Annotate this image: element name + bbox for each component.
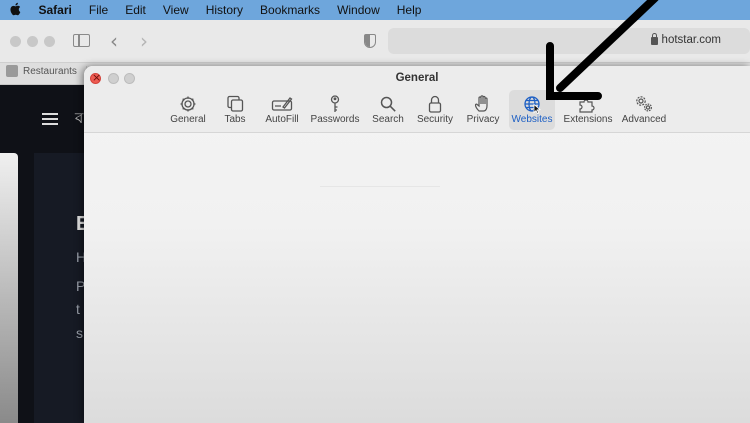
- menu-help[interactable]: Help: [388, 3, 430, 17]
- tab-extensions[interactable]: Extensions: [560, 90, 616, 130]
- tab-privacy[interactable]: Privacy: [464, 90, 502, 130]
- settings-window: General General Tabs AutoFill: [84, 66, 750, 423]
- menu-file[interactable]: File: [80, 3, 116, 17]
- key-icon: [324, 94, 346, 114]
- menu-safari[interactable]: Safari: [30, 3, 80, 17]
- tab-websites-label: Websites: [511, 114, 553, 125]
- tabs-icon: [224, 94, 246, 114]
- tab-advanced-label: Advanced: [621, 114, 667, 125]
- safari-toolbar: ‹ › hotstar.com: [0, 20, 750, 63]
- lock-icon: [650, 33, 658, 45]
- menu-bookmarks[interactable]: Bookmarks: [252, 3, 329, 17]
- apple-logo-icon[interactable]: [0, 2, 30, 19]
- tab-extensions-label: Extensions: [563, 114, 613, 125]
- sidebar-toggle-icon[interactable]: [73, 34, 90, 47]
- safari-zoom-button[interactable]: [44, 36, 55, 47]
- lock-icon: [424, 94, 446, 114]
- tab-passwords[interactable]: Passwords: [310, 90, 360, 130]
- page-logo-icon: ব: [75, 110, 84, 127]
- autofill-icon: [271, 94, 293, 114]
- tab-advanced[interactable]: Advanced: [620, 90, 668, 130]
- address-bar[interactable]: hotstar.com: [388, 28, 750, 54]
- menu-edit[interactable]: Edit: [117, 3, 155, 17]
- menu-view[interactable]: View: [154, 3, 197, 17]
- tab-restaurants[interactable]: Restaurants: [6, 65, 77, 77]
- tab-autofill-label: AutoFill: [265, 114, 299, 125]
- tab-autofill[interactable]: AutoFill: [262, 90, 302, 130]
- gears-icon: [633, 94, 655, 114]
- tab-security-label: Security: [416, 114, 454, 125]
- settings-toolbar: General General Tabs AutoFill: [84, 66, 750, 133]
- safari-close-button[interactable]: [10, 36, 21, 47]
- tab-security[interactable]: Security: [414, 90, 456, 130]
- tab-label: Restaurants: [23, 65, 77, 77]
- puzzle-icon: [577, 94, 599, 114]
- page-image: [0, 153, 18, 423]
- divider: [320, 186, 440, 187]
- page-text-fragment: s: [76, 325, 83, 341]
- safari-minimize-button[interactable]: [27, 36, 38, 47]
- gear-icon: [177, 94, 199, 114]
- menu-bar: Safari File Edit View History Bookmarks …: [0, 0, 750, 20]
- hand-icon: [472, 94, 494, 114]
- globe-icon: [521, 94, 543, 115]
- tab-tabs[interactable]: Tabs: [220, 90, 250, 130]
- tab-search-label: Search: [372, 114, 404, 125]
- settings-title: General: [395, 72, 439, 84]
- tab-search[interactable]: Search: [368, 90, 408, 130]
- menu-window[interactable]: Window: [329, 3, 389, 17]
- tab-tabs-label: Tabs: [224, 114, 246, 125]
- tab-general-label: General: [170, 114, 206, 125]
- page-text-fragment: t: [76, 301, 80, 317]
- back-arrow-icon[interactable]: ‹: [110, 29, 118, 53]
- search-icon: [377, 94, 399, 114]
- tab-websites[interactable]: Websites: [509, 90, 555, 130]
- favicon-icon: [6, 65, 18, 77]
- forward-arrow-icon[interactable]: ›: [140, 29, 148, 53]
- tab-passwords-label: Passwords: [310, 114, 360, 125]
- privacy-shield-icon[interactable]: [364, 34, 376, 48]
- address-text: hotstar.com: [661, 34, 721, 46]
- tab-privacy-label: Privacy: [466, 114, 500, 125]
- hamburger-menu-icon[interactable]: [42, 113, 58, 125]
- menu-history[interactable]: History: [197, 3, 251, 17]
- tab-general[interactable]: General: [166, 90, 210, 130]
